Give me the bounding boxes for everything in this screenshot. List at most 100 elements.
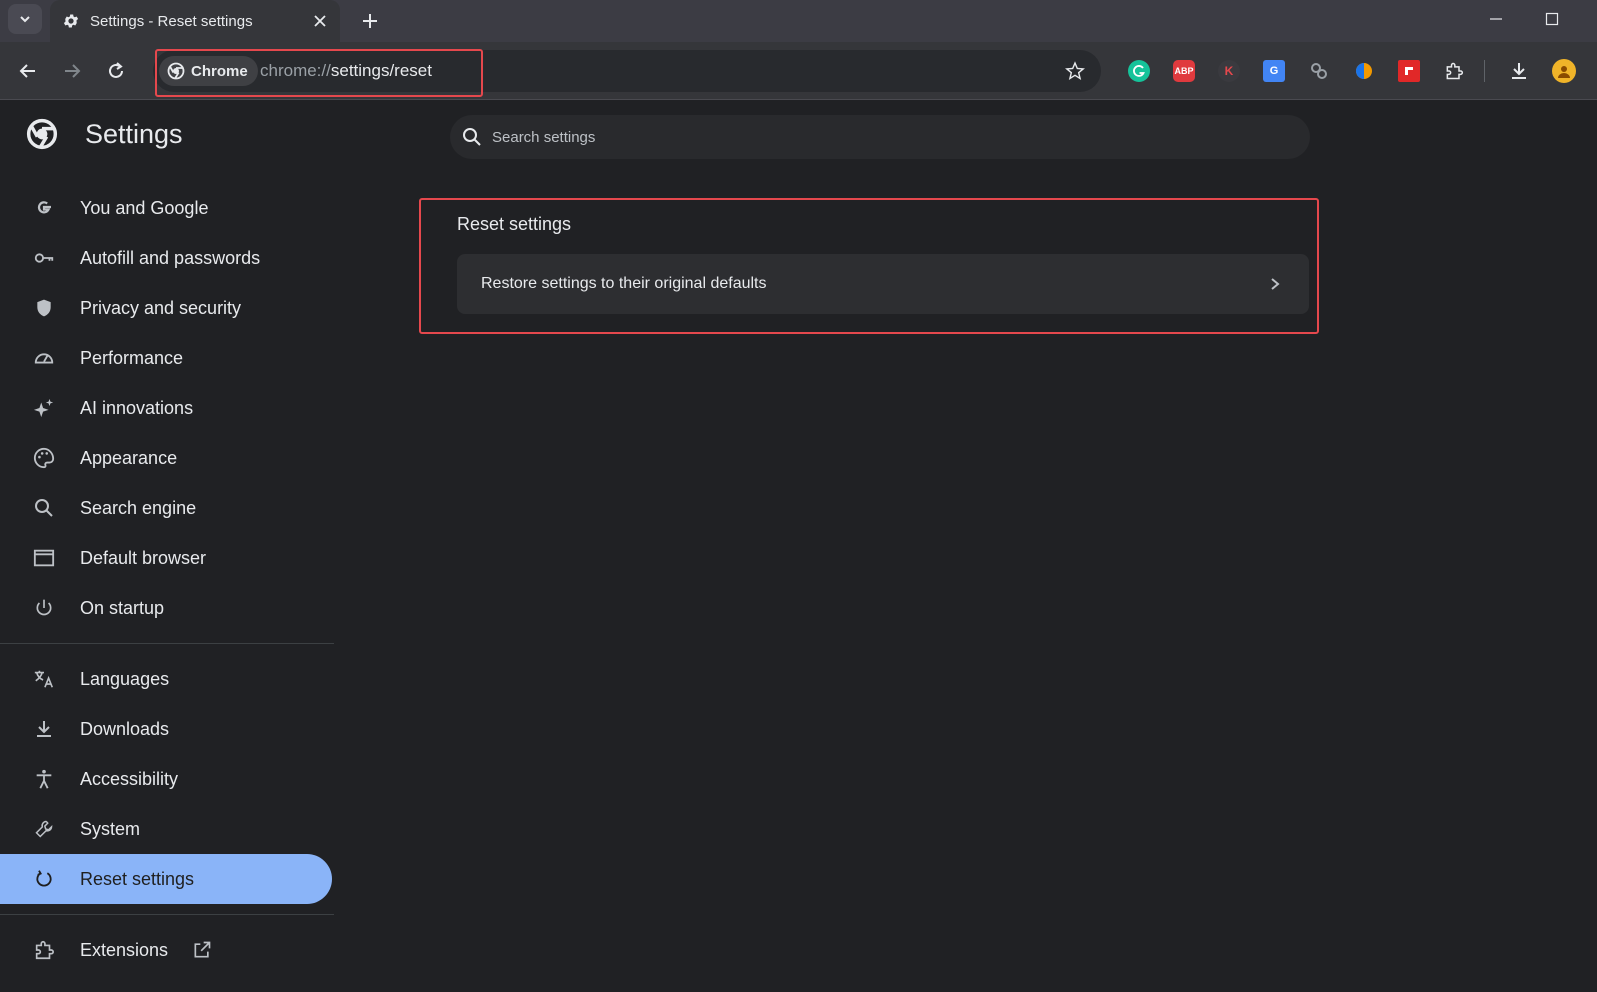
sidebar-item-label: System: [80, 818, 141, 839]
sidebar-item-privacy[interactable]: Privacy and security: [0, 283, 340, 333]
k-extension[interactable]: K: [1216, 58, 1242, 84]
k-text: K: [1224, 64, 1234, 78]
url-text[interactable]: chrome://settings/reset: [260, 61, 432, 81]
sidebar-item-label: On startup: [80, 597, 165, 618]
sidebar-divider: [0, 914, 334, 915]
sidebar-item-ai-innovations[interactable]: AI innovations: [0, 383, 340, 433]
new-tab-button[interactable]: [355, 6, 385, 36]
translate-text: G: [1269, 65, 1279, 77]
sidebar-divider: [0, 643, 334, 644]
color-extension[interactable]: [1351, 58, 1377, 84]
sidebar-item-default-browser[interactable]: Default browser: [0, 533, 340, 583]
search-icon: [463, 128, 481, 146]
avatar: [1552, 59, 1576, 83]
google-translate-extension[interactable]: G: [1261, 58, 1287, 84]
chrome-logo-icon: [167, 62, 185, 80]
color-extension-icon: [1356, 63, 1372, 79]
tab-close-button[interactable]: [310, 11, 330, 31]
restore-defaults-label: Restore settings to their original defau…: [481, 275, 767, 292]
settings-sidebar: You and Google Autofill and passwords Pr…: [0, 183, 340, 975]
chrome-logo-icon: [26, 118, 58, 150]
puzzle-piece-icon: [1446, 62, 1464, 80]
url-path: settings/reset: [330, 61, 432, 80]
flipboard-icon: [1398, 60, 1420, 82]
sidebar-item-reset-settings[interactable]: Reset settings: [0, 854, 332, 904]
chevron-down-icon: [20, 16, 30, 23]
maximize-button[interactable]: [1536, 6, 1568, 32]
sidebar-item-label: Appearance: [80, 447, 178, 468]
wrench-icon: [32, 817, 56, 841]
adblock-plus-icon: ABP: [1173, 60, 1195, 82]
k-extension-icon: K: [1218, 60, 1240, 82]
settings-brand: Settings: [26, 118, 183, 150]
back-button[interactable]: [10, 53, 46, 89]
close-icon: [314, 15, 326, 27]
speedometer-icon: [32, 346, 56, 370]
sidebar-item-label: Languages: [80, 668, 170, 689]
tab-strip: Settings - Reset settings: [0, 0, 1597, 42]
site-info-chip[interactable]: Chrome: [159, 56, 258, 86]
sidebar-item-languages[interactable]: Languages: [0, 654, 340, 704]
adblock-plus-extension[interactable]: ABP: [1171, 58, 1197, 84]
reload-icon: [109, 62, 123, 78]
forward-button[interactable]: [54, 53, 90, 89]
sidebar-item-autofill[interactable]: Autofill and passwords: [0, 233, 340, 283]
sidebar-item-extensions[interactable]: Extensions: [0, 925, 340, 975]
downloads-button[interactable]: [1506, 58, 1532, 84]
palette-icon: [32, 446, 56, 470]
restore-defaults-row[interactable]: Restore settings to their original defau…: [457, 254, 1309, 314]
sidebar-item-downloads[interactable]: Downloads: [0, 704, 340, 754]
bookmark-star-button[interactable]: [1063, 59, 1087, 83]
active-tab[interactable]: Settings - Reset settings: [50, 0, 340, 42]
extensions-menu-button[interactable]: [1441, 58, 1467, 84]
arrow-left-icon: [19, 64, 35, 78]
sidebar-item-label: You and Google: [80, 197, 209, 218]
sidebar-item-performance[interactable]: Performance: [0, 333, 340, 383]
sidebar-item-system[interactable]: System: [0, 804, 340, 854]
sidebar-item-label: AI innovations: [80, 397, 194, 418]
arrow-right-icon: [65, 64, 81, 78]
profile-avatar-button[interactable]: [1551, 58, 1577, 84]
reset-settings-section: Reset settings Restore settings to their…: [419, 198, 1319, 334]
browser-window-icon: [32, 546, 56, 570]
sidebar-item-accessibility[interactable]: Accessibility: [0, 754, 340, 804]
grammarly-icon: [1128, 60, 1150, 82]
sidebar-item-search-engine[interactable]: Search engine: [0, 483, 340, 533]
plus-icon: [363, 14, 377, 28]
sidebar-item-you-and-google[interactable]: You and Google: [0, 183, 340, 233]
link-extension[interactable]: [1306, 58, 1332, 84]
reset-icon: [32, 867, 56, 891]
sidebar-item-label: Search engine: [80, 497, 197, 518]
page-title: Settings: [85, 118, 183, 149]
puzzle-piece-icon: [32, 938, 56, 962]
tab-title: Settings - Reset settings: [90, 12, 253, 30]
external-link-icon: [192, 940, 212, 960]
translate-icon: [32, 667, 56, 691]
sparkle-icon: [32, 396, 56, 420]
download-icon: [1512, 63, 1526, 79]
power-icon: [32, 596, 56, 620]
search-settings-input[interactable]: Search settings: [450, 115, 1310, 159]
shield-icon: [32, 296, 56, 320]
sidebar-item-label: Privacy and security: [80, 297, 242, 318]
tab-search-button[interactable]: [8, 4, 42, 34]
grammarly-extension[interactable]: [1126, 58, 1152, 84]
reload-button[interactable]: [98, 53, 134, 89]
sidebar-item-label: Accessibility: [80, 768, 179, 789]
maximize-icon: [1545, 12, 1559, 26]
toolbar-separator: [1484, 60, 1485, 82]
minimize-button[interactable]: [1480, 6, 1512, 32]
sidebar-item-on-startup[interactable]: On startup: [0, 583, 340, 633]
sidebar-item-label: Default browser: [80, 547, 207, 568]
sidebar-item-appearance[interactable]: Appearance: [0, 433, 340, 483]
sidebar-item-label: Reset settings: [80, 868, 195, 889]
link-extension-icon: [1311, 63, 1327, 79]
section-title: Reset settings: [457, 214, 572, 234]
sidebar-item-label: Performance: [80, 347, 184, 368]
url-scheme: chrome://: [260, 61, 331, 80]
star-icon: [1065, 61, 1085, 81]
download-icon: [32, 717, 56, 741]
sidebar-item-label: Downloads: [80, 718, 170, 739]
flipboard-extension[interactable]: [1396, 58, 1422, 84]
address-bar[interactable]: Chrome chrome://settings/reset: [153, 50, 1101, 92]
